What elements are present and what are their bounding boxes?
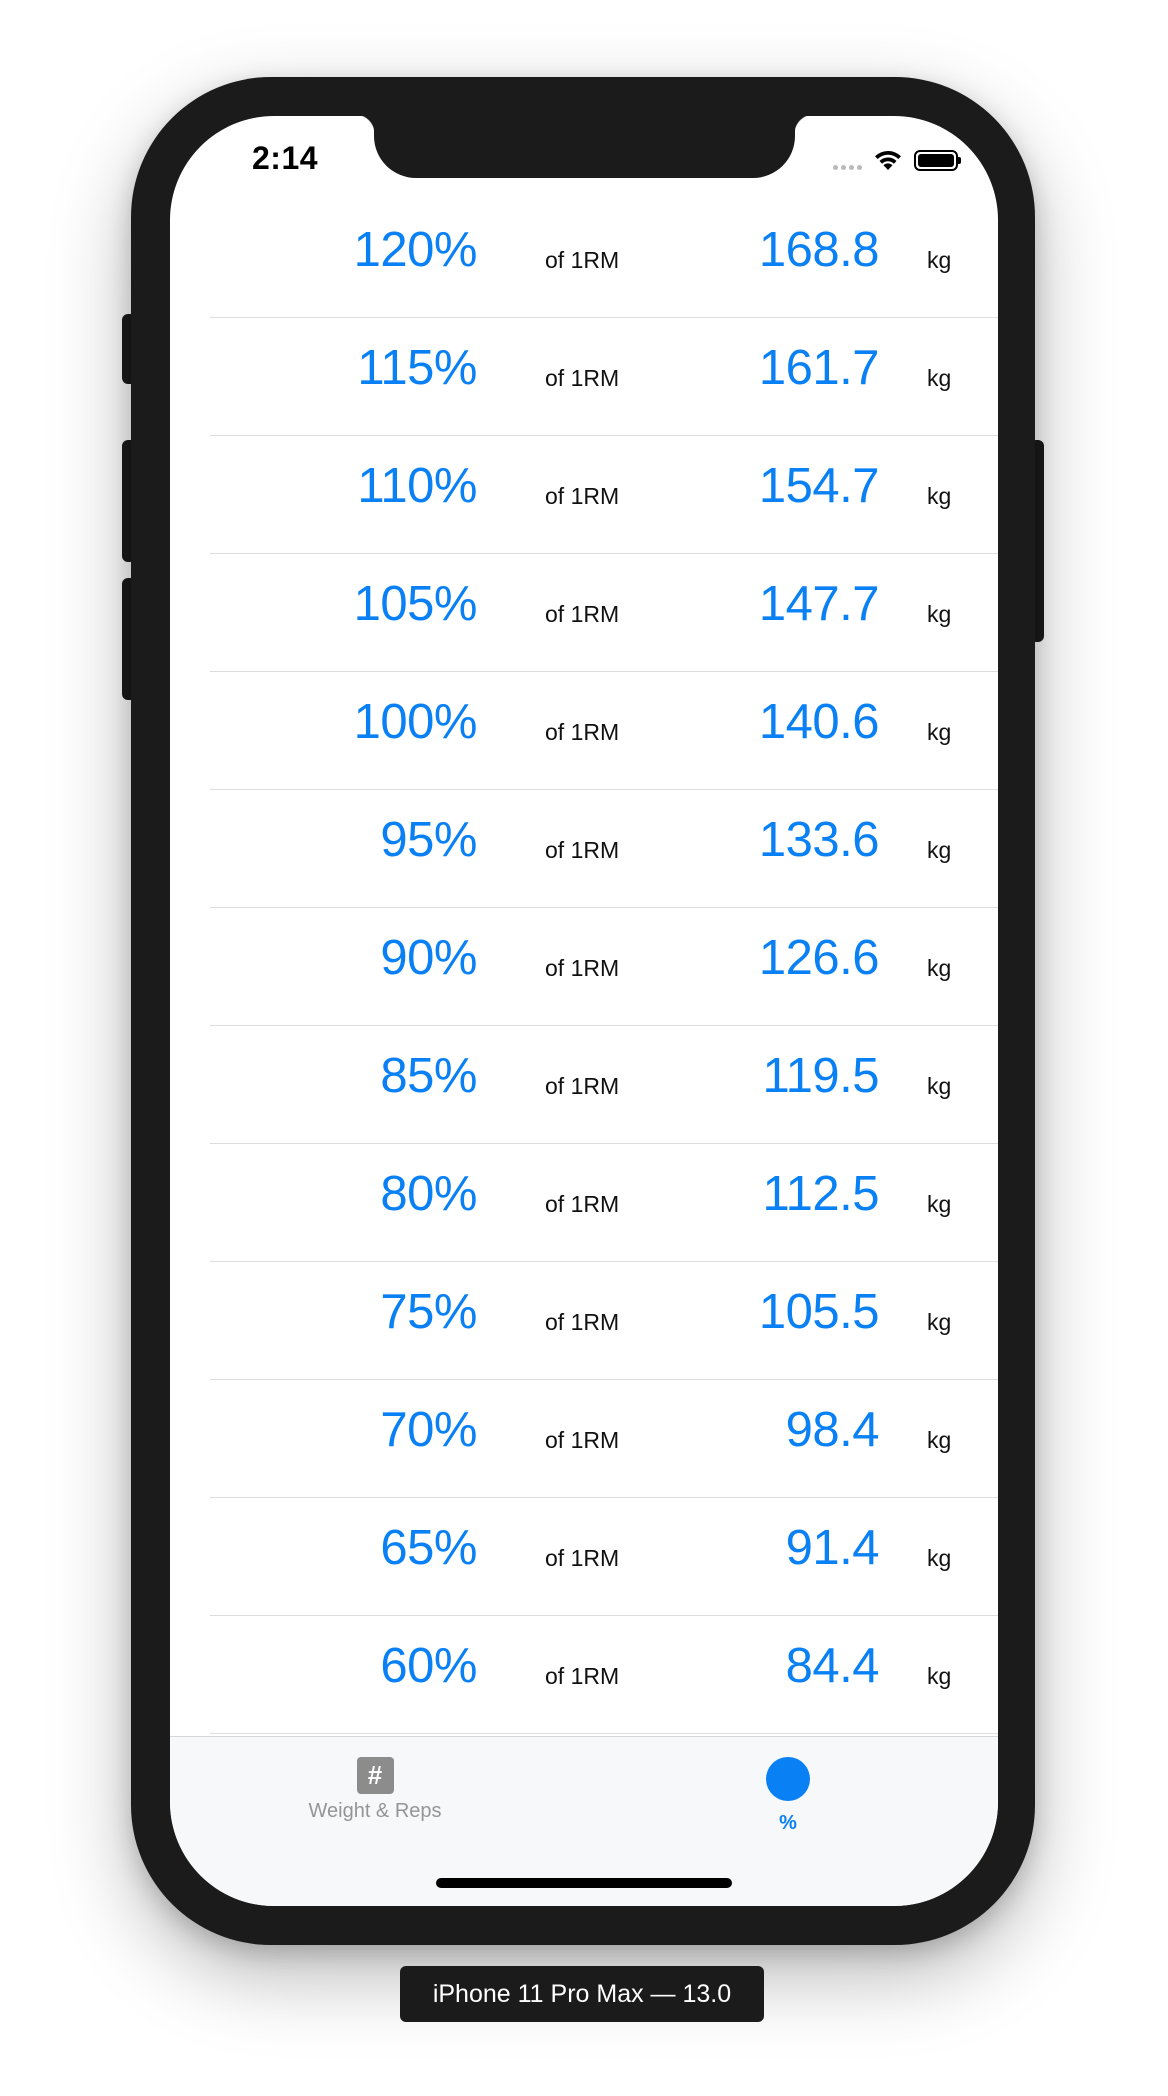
cellular-signal-icon	[833, 150, 862, 170]
table-row[interactable]: 120% of 1RM 168.8 kg	[210, 200, 998, 318]
table-row[interactable]: 70% of 1RM 98.4 kg	[210, 1380, 998, 1498]
weight-value: 147.7	[758, 577, 880, 631]
of-1rm-label: of 1RM	[545, 1073, 620, 1099]
status-time: 2:14	[252, 140, 319, 176]
unit-label: kg	[927, 1073, 952, 1099]
table-row[interactable]: 60% of 1RM 84.4 kg	[210, 1616, 998, 1734]
unit-label: kg	[927, 837, 952, 863]
unit-label: kg	[927, 601, 952, 627]
table-row[interactable]: 95% of 1RM 133.6 kg	[210, 790, 998, 908]
unit-label: kg	[927, 247, 952, 273]
percent-value: 60%	[380, 1639, 477, 1693]
unit-label: kg	[927, 365, 952, 391]
unit-label: kg	[927, 719, 952, 745]
of-1rm-label: of 1RM	[545, 483, 620, 509]
percent-value: 95%	[380, 813, 477, 867]
of-1rm-label: of 1RM	[545, 837, 620, 863]
home-indicator[interactable]	[436, 1878, 732, 1888]
unit-label: kg	[927, 1545, 952, 1571]
unit-label: kg	[927, 1427, 952, 1453]
percent-value: 115%	[357, 341, 477, 395]
device-caption: iPhone 11 Pro Max — 13.0	[400, 1966, 764, 2022]
unit-label: kg	[927, 1309, 952, 1335]
table-row[interactable]: 90% of 1RM 126.6 kg	[210, 908, 998, 1026]
device-screen: 2:14 120% of 1RM 168.8 kg 115% of 1RM 161.7 kg 1…	[170, 116, 998, 1906]
percent-value: 110%	[357, 459, 477, 513]
of-1rm-label: of 1RM	[545, 247, 620, 273]
dot-icon	[766, 1757, 810, 1801]
tab-weight-reps[interactable]: # Weight & Reps	[275, 1757, 475, 1823]
weight-value: 133.6	[758, 813, 880, 867]
of-1rm-label: of 1RM	[545, 365, 620, 391]
table-row[interactable]: 85% of 1RM 119.5 kg	[210, 1026, 998, 1144]
of-1rm-label: of 1RM	[545, 1427, 620, 1453]
weight-value: 112.5	[762, 1167, 880, 1221]
unit-label: kg	[927, 955, 952, 981]
table-row[interactable]: 80% of 1RM 112.5 kg	[210, 1144, 998, 1262]
battery-icon	[914, 149, 961, 171]
percent-value: 90%	[380, 931, 477, 985]
percent-value: 70%	[380, 1403, 477, 1457]
weight-value: 105.5	[758, 1285, 880, 1339]
percent-value: 65%	[380, 1521, 477, 1575]
unit-label: kg	[927, 483, 952, 509]
of-1rm-label: of 1RM	[545, 1663, 620, 1689]
unit-label: kg	[927, 1191, 952, 1217]
percent-value: 85%	[380, 1049, 477, 1103]
percent-table[interactable]: 120% of 1RM 168.8 kg 115% of 1RM 161.7 kg 110% of…	[210, 200, 998, 1734]
percent-value: 105%	[353, 577, 478, 631]
table-row[interactable]: 110% of 1RM 154.7 kg	[210, 436, 998, 554]
wifi-icon	[875, 150, 901, 170]
weight-value: 84.4	[785, 1639, 880, 1693]
unit-label: kg	[927, 1663, 952, 1689]
table-row[interactable]: 115% of 1RM 161.7 kg	[210, 318, 998, 436]
of-1rm-label: of 1RM	[545, 601, 620, 627]
weight-value: 161.7	[758, 341, 880, 395]
weight-value: 154.7	[758, 459, 880, 513]
weight-value: 119.5	[762, 1049, 880, 1103]
simulator-stage: 2:14 120% of 1RM 168.8 kg 115% of 1RM 161.7 kg 1…	[0, 0, 1168, 2096]
weight-value: 91.4	[785, 1521, 880, 1575]
weight-value: 126.6	[758, 931, 880, 985]
weight-value: 168.8	[758, 223, 880, 277]
weight-value: 140.6	[758, 695, 880, 749]
of-1rm-label: of 1RM	[545, 719, 620, 745]
table-row[interactable]: 100% of 1RM 140.6 kg	[210, 672, 998, 790]
percent-value: 100%	[353, 695, 478, 749]
percent-value: 120%	[353, 223, 478, 277]
hash-icon: #	[356, 1757, 394, 1794]
percent-value: 80%	[380, 1167, 477, 1221]
table-row[interactable]: 105% of 1RM 147.7 kg	[210, 554, 998, 672]
tab-weight-reps-label: Weight & Reps	[308, 1800, 442, 1822]
table-row[interactable]: 65% of 1RM 91.4 kg	[210, 1498, 998, 1616]
weight-value: 98.4	[785, 1403, 880, 1457]
status-icons	[833, 146, 961, 174]
table-row[interactable]: 75% of 1RM 105.5 kg	[210, 1262, 998, 1380]
tab-percent[interactable]: %	[688, 1757, 888, 1835]
notch	[355, 116, 814, 178]
of-1rm-label: of 1RM	[545, 1309, 620, 1335]
of-1rm-label: of 1RM	[545, 1545, 620, 1571]
of-1rm-label: of 1RM	[545, 955, 620, 981]
of-1rm-label: of 1RM	[545, 1191, 620, 1217]
tab-percent-label: %	[779, 1812, 797, 1834]
percent-value: 75%	[380, 1285, 477, 1339]
